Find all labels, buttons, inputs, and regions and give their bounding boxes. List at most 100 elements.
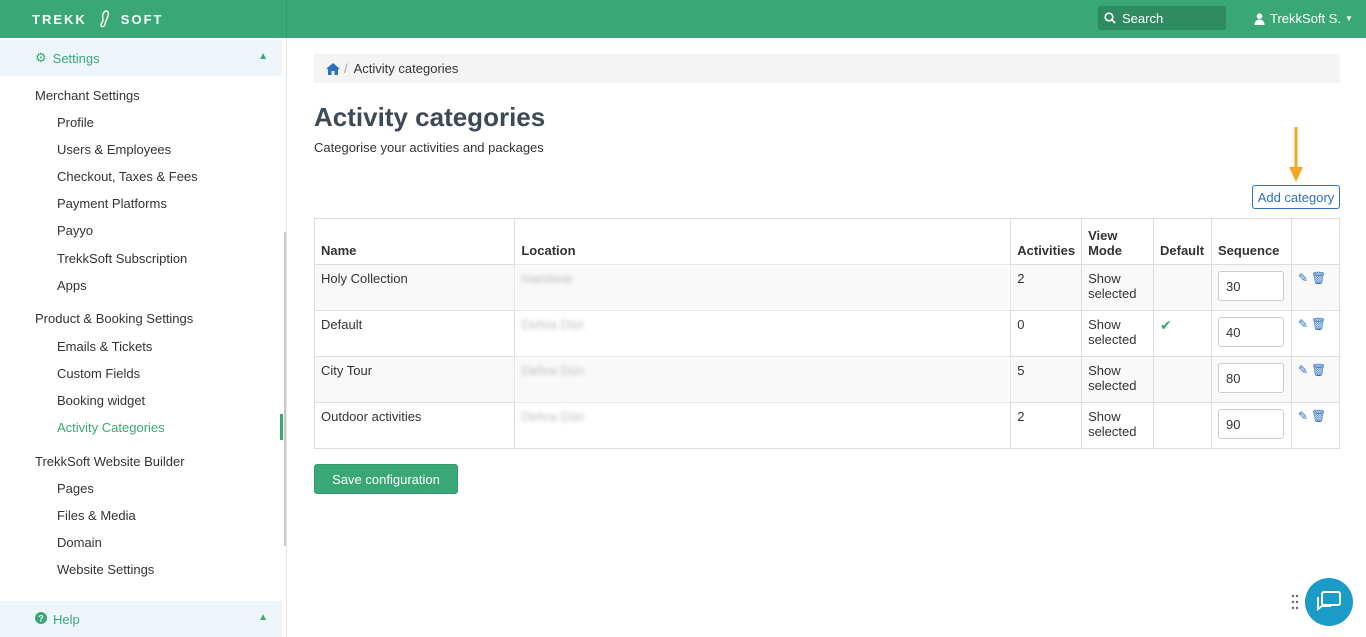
- col-view-mode-line2: Mode: [1088, 243, 1123, 258]
- trash-icon[interactable]: 🗑: [1311, 409, 1326, 423]
- search-box[interactable]: Search: [1098, 6, 1226, 30]
- sidebar-item-pages[interactable]: Pages: [57, 481, 94, 496]
- table-row: Default Dehra Dūn 0 Showselected ✔ ✎🗑: [313, 310, 1341, 357]
- add-category-button[interactable]: Add category: [1252, 185, 1340, 209]
- breadcrumb-separator: /: [344, 61, 348, 76]
- sidebar-section-settings[interactable]: ⚙ Settings ▲: [0, 40, 282, 76]
- cell-location: Dehra Dūn: [514, 356, 1012, 403]
- cell-name: Default: [313, 310, 516, 357]
- pencil-icon[interactable]: ✎: [1298, 317, 1308, 331]
- sidebar-item-website-settings[interactable]: Website Settings: [57, 562, 154, 577]
- cell-location: Haridwar: [514, 264, 1012, 311]
- col-sequence: Sequence: [1210, 218, 1292, 265]
- sidebar-item-emails[interactable]: Emails & Tickets: [57, 339, 152, 354]
- view-mode-line1: Show: [1088, 317, 1121, 332]
- pencil-icon[interactable]: ✎: [1298, 271, 1308, 285]
- table-row: City Tour Dehra Dūn 5 Showselected ✎🗑: [313, 356, 1341, 403]
- trash-icon[interactable]: 🗑: [1311, 363, 1326, 377]
- sequence-input[interactable]: [1217, 409, 1284, 439]
- save-configuration-button[interactable]: Save configuration: [314, 464, 458, 494]
- view-mode-line1: Show: [1088, 409, 1121, 424]
- page-subtitle: Categorise your activities and packages: [314, 140, 544, 155]
- sidebar-item-domain[interactable]: Domain: [57, 535, 102, 550]
- top-bar: TREKK SOFT Search TrekkSoft S. ▼: [0, 0, 1366, 38]
- sidebar-group-website-builder[interactable]: TrekkSoft Website Builder: [35, 454, 185, 469]
- categories-table: Name Location Activities View Mode Defaul…: [313, 218, 1341, 449]
- check-icon: ✔: [1153, 310, 1212, 357]
- col-actions: [1290, 218, 1341, 265]
- trash-icon[interactable]: 🗑: [1311, 271, 1326, 285]
- breadcrumb-current: Activity categories: [353, 61, 459, 76]
- sequence-input[interactable]: [1217, 317, 1284, 347]
- col-view-mode-line1: View: [1088, 228, 1118, 243]
- cell-sequence: [1210, 264, 1292, 311]
- chevron-up-icon[interactable]: ▲: [258, 612, 268, 623]
- cell-activities: 2: [1010, 402, 1083, 449]
- sidebar-group-merchant[interactable]: Merchant Settings: [35, 88, 140, 103]
- sidebar: ⚙ Settings ▲ Merchant Settings Profile U…: [0, 38, 287, 637]
- logo-text-right: SOFT: [120, 11, 164, 27]
- home-icon[interactable]: [326, 62, 340, 75]
- col-view-mode: View Mode: [1081, 218, 1154, 265]
- user-icon: [1254, 12, 1265, 25]
- cell-view-mode: Show selected: [1081, 264, 1154, 311]
- sidebar-item-files-media[interactable]: Files & Media: [57, 508, 136, 523]
- cell-location: Dehra Dūn: [514, 402, 1012, 449]
- sequence-input[interactable]: [1217, 363, 1284, 393]
- col-name: Name: [313, 218, 516, 265]
- chat-icon: [1317, 591, 1341, 611]
- cell-activities: 5: [1010, 356, 1083, 403]
- chat-button[interactable]: [1305, 578, 1353, 626]
- col-location: Location: [514, 218, 1012, 265]
- cell-location: Dehra Dūn: [514, 310, 1012, 357]
- cell-activities: 2: [1010, 264, 1083, 311]
- cell-view-mode: Show selected: [1081, 310, 1154, 357]
- cell-default: [1153, 356, 1212, 403]
- pencil-icon[interactable]: ✎: [1298, 409, 1308, 423]
- sidebar-item-custom-fields[interactable]: Custom Fields: [57, 366, 140, 381]
- sidebar-item-profile[interactable]: Profile: [57, 115, 94, 130]
- search-placeholder: Search: [1122, 10, 1164, 26]
- view-mode-line2: selected: [1088, 378, 1137, 393]
- cell-activities: 0: [1010, 310, 1083, 357]
- cell-sequence: [1210, 402, 1292, 449]
- logo-text-left: TREKK: [32, 11, 87, 27]
- view-mode-line1: Show: [1088, 363, 1121, 378]
- cell-actions: ✎ 🗑: [1290, 310, 1341, 357]
- cell-default: [1153, 402, 1212, 449]
- view-mode-line2: selected: [1088, 286, 1137, 301]
- col-activities: Activities: [1010, 218, 1083, 265]
- user-menu[interactable]: TrekkSoft S. ▼: [1254, 11, 1353, 26]
- breadcrumb: / Activity categories: [314, 54, 1340, 83]
- sidebar-item-activity-categories[interactable]: Activity Categories: [57, 420, 165, 435]
- cell-view-mode: Show selected: [1081, 402, 1154, 449]
- sidebar-item-booking-widget[interactable]: Booking widget: [57, 393, 145, 408]
- logo[interactable]: TREKK SOFT: [32, 10, 163, 28]
- active-indicator: [280, 414, 283, 440]
- trash-icon[interactable]: 🗑: [1311, 317, 1326, 331]
- sidebar-item-payyo[interactable]: Payyo: [57, 223, 93, 238]
- sequence-input[interactable]: [1217, 271, 1284, 301]
- gear-icon: ⚙: [35, 50, 47, 65]
- table-row: Outdoor activities Dehra Dūn 2 Show selec…: [313, 402, 1341, 449]
- sidebar-item-subscription[interactable]: TrekkSoft Subscription: [57, 251, 187, 266]
- cell-actions: ✎ 🗑: [1290, 402, 1341, 449]
- chevron-up-icon[interactable]: ▲: [258, 51, 268, 62]
- sidebar-scrollbar[interactable]: [284, 232, 286, 546]
- cell-sequence: [1210, 356, 1292, 403]
- drag-handle-icon[interactable]: [1291, 594, 1299, 610]
- sidebar-item-checkout[interactable]: Checkout, Taxes & Fees: [57, 169, 198, 184]
- question-icon: ?: [35, 611, 47, 627]
- arrow-down-icon: [1289, 127, 1303, 182]
- sidebar-section-help[interactable]: ? Help ▲: [0, 601, 282, 637]
- sidebar-item-apps[interactable]: Apps: [57, 278, 87, 293]
- sidebar-section-label: Settings: [52, 50, 100, 66]
- cell-name: Outdoor activities: [313, 402, 516, 449]
- pencil-icon[interactable]: ✎: [1298, 363, 1308, 377]
- sidebar-item-users[interactable]: Users & Employees: [57, 142, 171, 157]
- view-mode-line2: selected: [1088, 424, 1137, 439]
- sidebar-group-product-booking[interactable]: Product & Booking Settings: [35, 311, 193, 326]
- cell-default: [1153, 264, 1212, 311]
- sidebar-item-payment-platforms[interactable]: Payment Platforms: [57, 196, 167, 211]
- cell-actions: ✎ 🗑: [1290, 264, 1341, 311]
